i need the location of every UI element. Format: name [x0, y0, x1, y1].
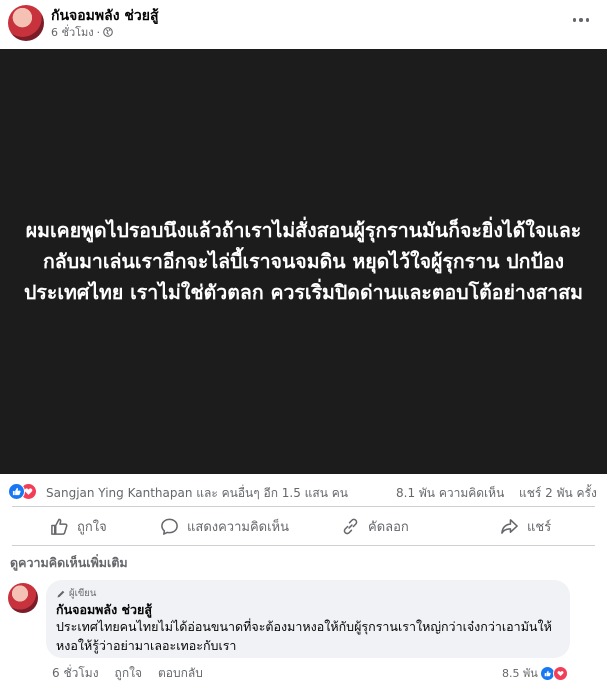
divider	[12, 506, 595, 507]
comment-icon	[161, 518, 178, 535]
comment-time[interactable]: 6 ชั่วโมง	[52, 664, 99, 683]
post-time[interactable]: 6 ชั่วโมง	[51, 23, 94, 41]
post-image[interactable]: ผมเคยพูดไปรอบนึงแล้วถ้าเราไม่สั่งสอนผู้ร…	[0, 49, 607, 474]
more-icon	[572, 18, 577, 22]
share-button-label: แชร์	[527, 519, 552, 535]
comment-button[interactable]: แสดงความคิดเห็น	[160, 508, 289, 544]
comment-actions: 6 ชั่วโมง ถูกใจ ตอบกลับ	[52, 664, 203, 683]
page-avatar[interactable]	[8, 5, 44, 41]
more-icon-dot	[579, 18, 583, 22]
reactions-summary: Sangjan Ying Kanthapan และ คนอื่นๆ อีก 1…	[0, 478, 607, 504]
comment-button-label: แสดงความคิดเห็น	[187, 519, 290, 535]
share-count[interactable]: แชร์ 2 พัน ครั้ง	[519, 484, 597, 503]
view-more-comments-link[interactable]: ดูความคิดเห็นเพิ่มเติม	[10, 553, 128, 573]
share-icon	[501, 518, 518, 534]
globe-icon	[103, 27, 114, 37]
action-bar: ถูกใจ แสดงความคิดเห็น คัดลอก แชร์	[0, 508, 607, 544]
divider	[12, 545, 595, 546]
like-button[interactable]: ถูกใจ	[50, 508, 107, 544]
author-badge: ผู้เขียน	[56, 586, 96, 601]
thumbs-up-icon	[51, 518, 68, 535]
author-badge-label: ผู้เขียน	[69, 588, 97, 599]
comment-count[interactable]: 8.1 พัน ความคิดเห็น	[396, 484, 504, 503]
comment-like-button[interactable]: ถูกใจ	[115, 664, 142, 683]
copy-link-icon	[343, 518, 358, 534]
love-reaction-icon	[552, 665, 568, 681]
comment-avatar[interactable]	[8, 583, 38, 613]
copy-link-button[interactable]: คัดลอก	[341, 508, 409, 544]
post-image-text: ผมเคยพูดไปรอบนึงแล้วถ้าเราไม่สั่งสอนผู้ร…	[24, 219, 583, 304]
comment-reactions[interactable]: 8.5 พัน	[502, 664, 568, 682]
share-button[interactable]: แชร์	[500, 508, 551, 544]
comment-bubble: ผู้เขียน กันจอมพลัง ช่วยสู้ ประเทศไทยคนไ…	[46, 580, 570, 658]
like-reaction-icon	[8, 483, 25, 500]
comment-text: ประเทศไทยคนไทยไม่ได้อ่อนขนาดที่จะต้องมาห…	[56, 619, 552, 653]
reaction-names[interactable]: Sangjan Ying Kanthapan และ คนอื่นๆ อีก 1…	[46, 484, 348, 503]
comment-reply-button[interactable]: ตอบกลับ	[158, 664, 203, 683]
copy-link-label: คัดลอก	[368, 519, 409, 535]
more-icon-dot	[585, 18, 590, 22]
comment-reaction-count: 8.5 พัน	[502, 667, 538, 680]
more-options-button[interactable]	[571, 12, 591, 28]
post-meta: 6 ชั่วโมง ·	[51, 23, 114, 41]
meta-separator: ·	[96, 25, 101, 39]
post-header: กันจอมพลัง ช่วยสู้ 6 ชั่วโมง ·	[0, 0, 607, 48]
reaction-icons[interactable]	[8, 483, 42, 500]
author-badge-icon	[57, 590, 65, 597]
like-button-label: ถูกใจ	[77, 519, 107, 535]
